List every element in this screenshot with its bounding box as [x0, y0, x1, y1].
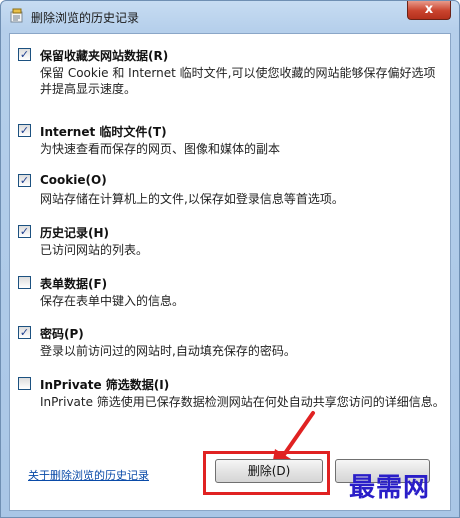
about-delete-history-link[interactable]: 关于删除浏览的历史记录 [28, 467, 149, 483]
option-title: 密码(P) [40, 327, 84, 341]
option-description: 保留 Cookie 和 Internet 临时文件,可以使您收藏的网站能够保存偏… [40, 66, 436, 96]
passwords-checkbox[interactable]: ✓ [18, 326, 31, 339]
cookies-checkbox[interactable]: ✓ [18, 174, 31, 187]
preserve-favorites-checkbox[interactable]: ✓ [18, 48, 31, 61]
temp-files-checkbox[interactable]: ✓ [18, 124, 31, 137]
close-button[interactable]: x [407, 1, 451, 20]
watermark-text: 最需网 [349, 473, 431, 503]
annotation-highlight-box [203, 451, 330, 495]
option-title: 历史记录(H) [40, 226, 110, 240]
inprivate-checkbox[interactable] [18, 377, 31, 390]
dialog-content: ✓ 保留收藏夹网站数据(R) 保留 Cookie 和 Internet 临时文件… [9, 33, 451, 511]
delete-history-icon [10, 8, 23, 23]
option-title: Internet 临时文件(T) [40, 125, 167, 139]
option-description: InPrivate 筛选使用已保存数据检测网站在何处自动共享您访问的详细信息。 [40, 395, 445, 409]
option-title: Cookie(O) [40, 173, 107, 187]
option-description: 已访问网站的列表。 [40, 243, 149, 257]
dialog-window: 删除浏览的历史记录 x ✓ 保留收藏夹网站数据(R) 保留 Cookie 和 I… [0, 0, 460, 518]
form-data-checkbox[interactable] [18, 276, 31, 289]
option-description: 为快速查看而保存的网页、图像和媒体的副本 [40, 142, 281, 156]
window-title: 删除浏览的历史记录 [31, 11, 140, 25]
option-description: 保存在表单中键入的信息。 [40, 294, 185, 308]
option-description: 网站存储在计算机上的文件,以保存如登录信息等首选项。 [40, 192, 344, 206]
option-title: 保留收藏夹网站数据(R) [40, 49, 169, 63]
history-checkbox[interactable]: ✓ [18, 225, 31, 238]
option-title: 表单数据(F) [40, 277, 108, 291]
title-bar[interactable]: 删除浏览的历史记录 x [1, 1, 459, 33]
option-description: 登录以前访问过的网站时,自动填充保存的密码。 [40, 344, 296, 358]
option-title: InPrivate 筛选数据(I) [40, 378, 170, 392]
